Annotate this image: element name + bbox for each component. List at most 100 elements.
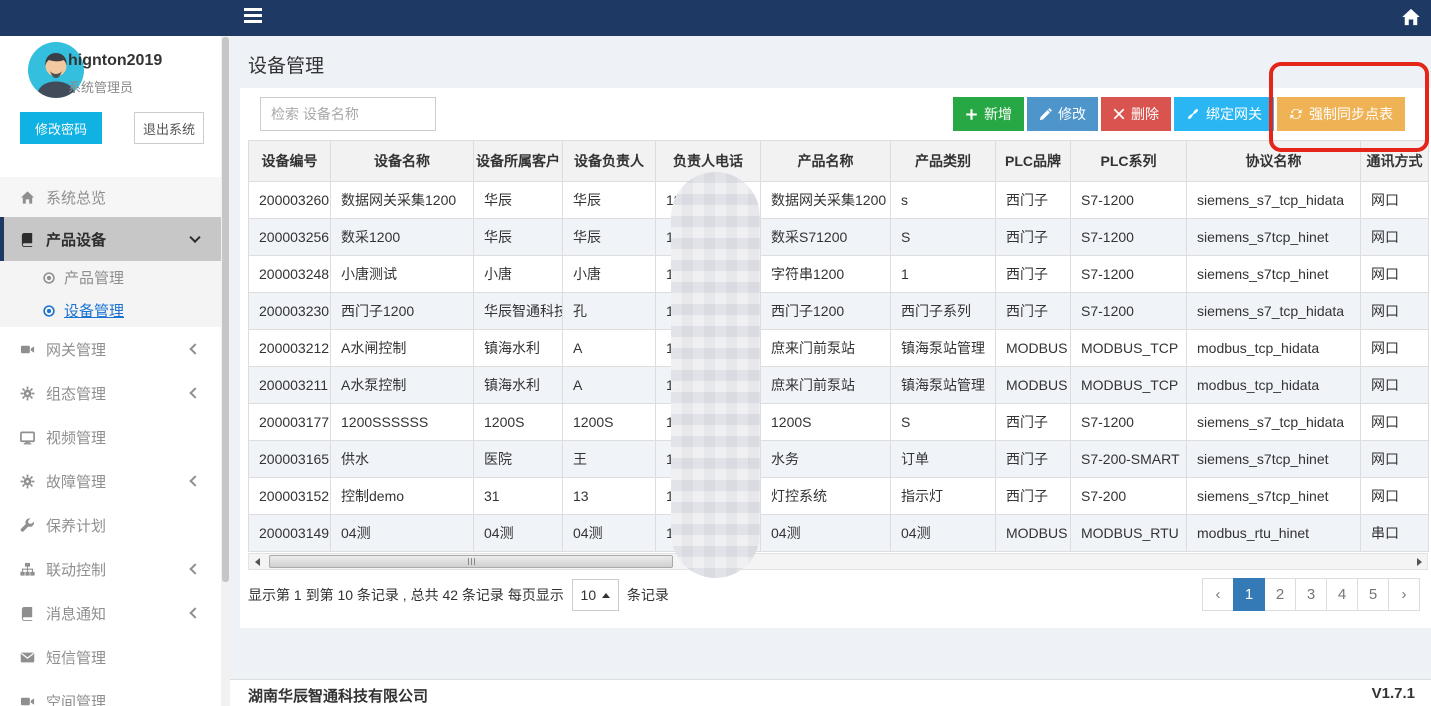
table-cell: 04测	[761, 515, 891, 552]
footer: 湖南华辰智通科技有限公司 V1.7.1	[230, 679, 1431, 706]
sidebar-item-label: 系统总览	[46, 187, 106, 208]
table-cell: 串口	[1361, 515, 1429, 552]
dot-circle-icon	[42, 304, 64, 318]
scroll-left-icon[interactable]	[249, 554, 265, 569]
table-row[interactable]: 2000031771200SSSSSS1200S1200S181200SS西门子…	[249, 404, 1429, 441]
sidebar-scrollbar-thumb[interactable]	[222, 37, 229, 582]
table-cell: 小唐	[563, 256, 656, 293]
sidebar-item-label: 视频管理	[46, 427, 106, 448]
table-cell: S7-1200	[1071, 182, 1187, 219]
home-icon[interactable]	[1401, 7, 1421, 27]
company-name: 湖南华辰智通科技有限公司	[248, 685, 428, 706]
sidebar-item-device-manage[interactable]: 设备管理	[0, 294, 221, 327]
table-cell: 网口	[1361, 441, 1429, 478]
page-button-2[interactable]: 2	[1264, 578, 1296, 611]
table-row[interactable]: 200003256数采1200华辰华辰18数采S71200S西门子S7-1200…	[249, 219, 1429, 256]
table-row[interactable]: 200003230西门子1200华辰智通科技孔15西门子1200西门子系列西门子…	[249, 293, 1429, 330]
horizontal-scrollbar[interactable]	[248, 553, 1428, 570]
sidebar-item-label: 网关管理	[46, 339, 106, 360]
table-cell: S7-1200	[1071, 404, 1187, 441]
video-icon	[20, 694, 46, 706]
table-cell: S7-1200	[1071, 219, 1187, 256]
table-row[interactable]: 200003152控制demo311318灯控系统指示灯西门子S7-200sie…	[249, 478, 1429, 515]
sidebar-item-gateway-manage[interactable]: 网关管理	[0, 327, 221, 371]
page-title: 设备管理	[248, 51, 324, 78]
hamburger-menu-icon[interactable]	[244, 8, 262, 28]
page-next-button[interactable]: ›	[1388, 578, 1420, 611]
change-password-button[interactable]: 修改密码	[20, 112, 102, 144]
sidebar-item-fault-manage[interactable]: 故障管理	[0, 459, 221, 503]
table-cell: 小唐测试	[331, 256, 474, 293]
scroll-right-icon[interactable]	[1411, 554, 1427, 569]
table-row[interactable]: 200003260数据网关采集1200华辰华辰184数据网关采集1200s西门子…	[249, 182, 1429, 219]
table-row[interactable]: 200003165供水医院王11水务订单西门子S7-200-SMARTsieme…	[249, 441, 1429, 478]
page-button-4[interactable]: 4	[1326, 578, 1358, 611]
table-cell: 04测	[331, 515, 474, 552]
device-table: 设备编号设备名称设备所属客户设备负责人负责人电话产品名称产品类别PLC品牌PLC…	[248, 140, 1429, 552]
page-button-1[interactable]: 1	[1233, 578, 1265, 611]
force-sync-button[interactable]: 强制同步点表	[1277, 97, 1405, 131]
edit-button[interactable]: 修改	[1027, 97, 1098, 131]
table-cell: siemens_s7tcp_hinet	[1187, 219, 1361, 256]
table-cell: S7-1200	[1071, 256, 1187, 293]
delete-button[interactable]: 删除	[1101, 97, 1171, 131]
button-label: 修改	[1058, 104, 1086, 124]
refresh-icon	[1289, 107, 1303, 121]
sidebar-item-product-manage[interactable]: 产品管理	[0, 261, 221, 294]
table-row[interactable]: 200003211A水泵控制镇海水利A13庶来门前泵站镇海泵站管理MODBUSM…	[249, 367, 1429, 404]
sidebar-item-maintain-plan[interactable]: 保养计划	[0, 503, 221, 547]
table-cell: 订单	[891, 441, 996, 478]
column-header: 产品名称	[761, 141, 891, 182]
page-button-3[interactable]: 3	[1295, 578, 1327, 611]
table-row[interactable]: 20000314904测04测04测13804测04测MODBUSMODBUS_…	[249, 515, 1429, 552]
table-cell: siemens_s7tcp_hinet	[1187, 256, 1361, 293]
button-label: 删除	[1131, 104, 1159, 124]
sidebar-item-message-notify[interactable]: 消息通知	[0, 591, 221, 635]
table-cell: 西门子	[996, 256, 1071, 293]
table-row[interactable]: 200003248小唐测试小唐小唐13字符串12001西门子S7-1200sie…	[249, 256, 1429, 293]
privacy-blur-overlay	[671, 172, 760, 578]
table-cell: 200003165	[249, 441, 331, 478]
table-cell: 镇海泵站管理	[891, 367, 996, 404]
sidebar-item-product-device[interactable]: 产品设备	[0, 217, 221, 261]
sidebar: hignton2019 系统管理员 修改密码 退出系统 系统总览产品设备产品管理…	[0, 36, 230, 706]
table-cell: S	[891, 404, 996, 441]
add-button[interactable]: 新增	[953, 97, 1024, 131]
sidebar-scrollbar[interactable]	[221, 36, 230, 706]
video-icon	[20, 342, 46, 357]
sidebar-item-config-manage[interactable]: 组态管理	[0, 371, 221, 415]
table-cell: 指示灯	[891, 478, 996, 515]
sidebar-item-linkage-control[interactable]: 联动控制	[0, 547, 221, 591]
table-cell: 孔	[563, 293, 656, 330]
column-header: 通讯方式	[1361, 141, 1429, 182]
sidebar-item-sms-manage[interactable]: 短信管理	[0, 635, 221, 679]
page-prev-button[interactable]: ‹	[1202, 578, 1234, 611]
table-header: 设备编号设备名称设备所属客户设备负责人负责人电话产品名称产品类别PLC品牌PLC…	[249, 141, 1429, 182]
logout-button[interactable]: 退出系统	[134, 112, 204, 144]
horizontal-scrollbar-thumb[interactable]	[269, 555, 673, 568]
bind-gateway-button[interactable]: 绑定网关	[1174, 97, 1274, 131]
page-button-5[interactable]: 5	[1357, 578, 1389, 611]
table-cell: 200003260	[249, 182, 331, 219]
table-cell: MODBUS	[996, 367, 1071, 404]
page-size-dropdown[interactable]: 10	[572, 579, 619, 611]
sidebar-item-space-manage[interactable]: 空间管理	[0, 679, 221, 706]
table-cell: 数采S71200	[761, 219, 891, 256]
table-cell: 小唐	[474, 256, 563, 293]
table-cell: 控制demo	[331, 478, 474, 515]
summary-suffix: 条记录	[627, 585, 669, 605]
sidebar-item-system-overview[interactable]: 系统总览	[0, 177, 221, 217]
column-header: 设备名称	[331, 141, 474, 182]
table-cell: siemens_s7tcp_hinet	[1187, 441, 1361, 478]
table-body: 200003260数据网关采集1200华辰华辰184数据网关采集1200s西门子…	[249, 182, 1429, 552]
table-cell: modbus_tcp_hidata	[1187, 330, 1361, 367]
sidebar-item-video-manage[interactable]: 视频管理	[0, 415, 221, 459]
search-input[interactable]	[260, 97, 436, 131]
home-icon	[20, 190, 46, 205]
table-cell: 网口	[1361, 330, 1429, 367]
table-cell: 水务	[761, 441, 891, 478]
table-row[interactable]: 200003212A水闸控制镇海水利A13庶来门前泵站镇海泵站管理MODBUSM…	[249, 330, 1429, 367]
chevron-left-icon	[189, 475, 200, 486]
column-header: 产品类别	[891, 141, 996, 182]
chevron-left-icon	[189, 343, 200, 354]
